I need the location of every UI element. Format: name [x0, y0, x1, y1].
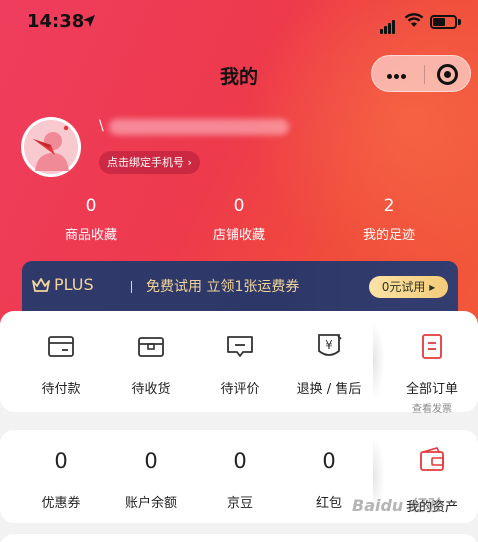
svg-text:¥: ¥ — [325, 338, 333, 352]
orders-card: 待付款 待收货 待评价 ¥ 退换 / 售后 全部订单 查看发票 — [0, 311, 478, 415]
stat-value: 2 — [383, 196, 395, 216]
stat-my-footprint[interactable]: 2 我的足迹 — [329, 195, 449, 243]
asset-value: 0 — [144, 449, 158, 473]
orders-divider — [373, 321, 385, 401]
stat-value: 0 — [85, 196, 97, 216]
bind-phone-button[interactable]: 点击绑定手机号 › — [99, 151, 200, 174]
view-invoice-label: 查看发票 — [412, 404, 452, 415]
wallet-icon — [420, 447, 444, 471]
asset-label: 优惠券 — [41, 496, 81, 511]
username-blurred — [109, 119, 289, 135]
order-pending-receipt[interactable]: 待收货 — [106, 333, 196, 397]
target-close-icon[interactable] — [437, 64, 458, 85]
mini-program-capsule — [371, 55, 471, 92]
stat-label: 店铺收藏 — [212, 228, 265, 243]
order-label: 退换 / 售后 — [296, 382, 362, 397]
stat-product-favorites[interactable]: 0 商品收藏 — [31, 195, 151, 243]
default-avatar-icon — [24, 120, 78, 174]
order-returns-aftersale[interactable]: ¥ 退换 / 售后 — [284, 333, 374, 397]
order-pending-review[interactable]: 待评价 — [195, 333, 285, 397]
stat-value: 0 — [233, 196, 245, 216]
asset-value: 0 — [54, 449, 68, 473]
capsule-divider — [424, 65, 425, 84]
all-orders[interactable]: 全部订单 查看发票 — [387, 333, 477, 415]
stat-label: 我的足迹 — [362, 228, 415, 243]
crown-icon — [32, 278, 50, 292]
more-dots-icon[interactable] — [386, 64, 412, 84]
next-card-edge — [0, 534, 478, 542]
free-trial-button[interactable]: 0元试用 ▸ — [369, 276, 448, 298]
cellular-signal-icon — [380, 15, 396, 34]
asset-value: 0 — [233, 449, 247, 473]
asset-balance[interactable]: 0 账户余额 — [106, 447, 196, 511]
avatar[interactable] — [21, 117, 81, 177]
order-list-icon — [422, 334, 442, 359]
comment-icon — [227, 336, 253, 357]
location-arrow-icon — [83, 15, 95, 27]
asset-coupons[interactable]: 0 优惠券 — [16, 447, 106, 511]
status-time: 14:38 — [27, 11, 85, 32]
asset-value: 0 — [322, 449, 336, 473]
plus-divider — [131, 281, 132, 293]
username: \ — [99, 118, 299, 138]
status-bar: 14:38 — [0, 0, 478, 44]
wifi-icon — [404, 13, 424, 27]
order-label: 待收货 — [131, 382, 171, 397]
stat-label: 商品收藏 — [64, 228, 117, 243]
baidu-watermark: Baidu 经验 — [352, 496, 441, 515]
card-icon — [48, 336, 74, 357]
refund-icon: ¥ — [318, 334, 342, 356]
plus-logo: PLUS — [54, 275, 94, 294]
stat-shop-favorites[interactable]: 0 店铺收藏 — [179, 195, 299, 243]
order-label: 待付款 — [41, 382, 81, 397]
order-label: 待评价 — [220, 382, 260, 397]
asset-label: 账户余额 — [124, 496, 177, 511]
box-icon — [138, 337, 164, 357]
battery-icon — [430, 15, 462, 29]
asset-label: 京豆 — [226, 496, 253, 511]
username-visible-text: \ — [99, 118, 104, 134]
asset-jingdou[interactable]: 0 京豆 — [195, 447, 285, 511]
all-orders-label: 全部订单 — [405, 382, 458, 397]
order-pending-payment[interactable]: 待付款 — [16, 333, 106, 397]
plus-promo-text: 免费试用 立领1张运费券 — [146, 279, 300, 295]
